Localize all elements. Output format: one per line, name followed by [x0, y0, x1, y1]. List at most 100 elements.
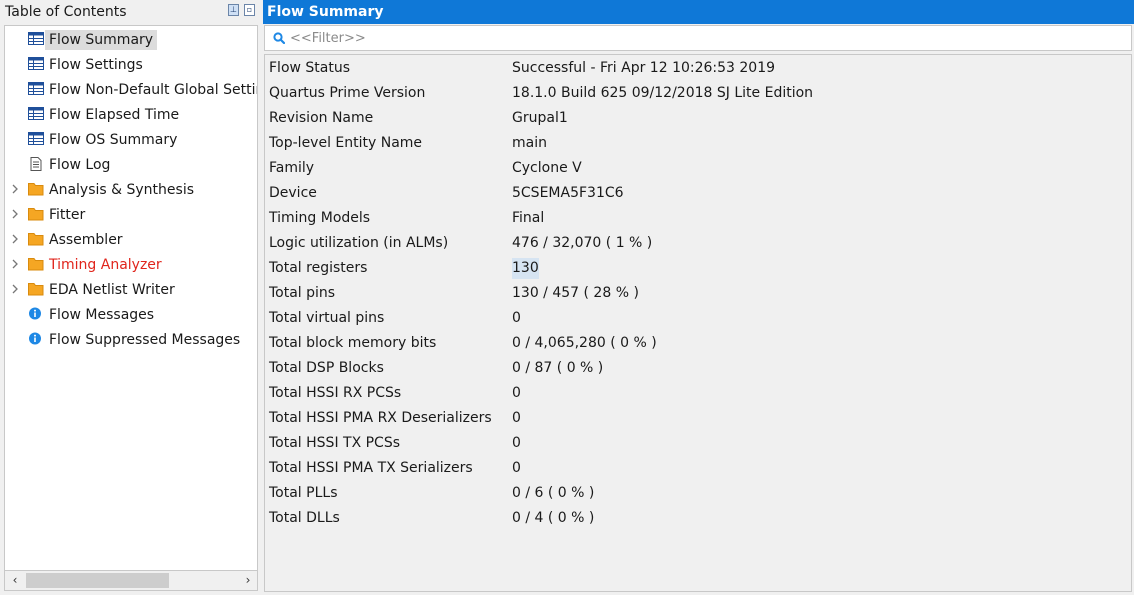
row-value[interactable]: 130 / 457 ( 28 % ) — [512, 283, 639, 304]
row-value[interactable]: 18.1.0 Build 625 09/12/2018 SJ Lite Edit… — [512, 83, 813, 104]
row-key: Total DLLs — [269, 510, 340, 526]
scroll-right-icon[interactable]: › — [241, 573, 255, 587]
row-key: Total pins — [269, 285, 336, 301]
toc-horizontal-scrollbar[interactable]: ‹ › — [4, 571, 258, 591]
table-row[interactable]: Total DSP Blocks 0 / 87 ( 0 % ) — [265, 356, 1131, 381]
row-value[interactable]: Final — [512, 208, 544, 229]
row-value[interactable]: 0 — [512, 308, 521, 329]
row-key: Total DSP Blocks — [269, 360, 384, 376]
toc-item-label: Flow OS Summary — [49, 132, 178, 148]
row-key: Family — [269, 160, 315, 176]
pin-icon[interactable]: ⊥ — [228, 4, 239, 16]
chevron-right-icon[interactable] — [10, 207, 20, 221]
row-key: Device — [269, 185, 317, 201]
table-row[interactable]: Total virtual pins 0 — [265, 306, 1131, 331]
chevron-right-icon[interactable] — [10, 282, 20, 296]
table-row[interactable]: Family Cyclone V — [265, 156, 1131, 181]
filter-input[interactable] — [290, 29, 1110, 47]
toc-item-label: Flow Non-Default Global Settin — [49, 82, 258, 98]
toc-item-fitter[interactable]: Fitter — [5, 202, 257, 227]
folder-icon — [28, 207, 44, 221]
row-value[interactable]: 0 / 87 ( 0 % ) — [512, 358, 603, 379]
row-value[interactable]: 0 — [512, 458, 521, 479]
toc-item-label: Flow Suppressed Messages — [49, 332, 241, 348]
table-row[interactable]: Top-level Entity Name main — [265, 131, 1131, 156]
toc-item-label: Flow Messages — [49, 307, 155, 323]
row-key: Total HSSI RX PCSs — [269, 385, 402, 401]
toc-item-flow-log[interactable]: Flow Log — [5, 152, 257, 177]
toc-item-label: Fitter — [49, 207, 86, 223]
folder-icon — [28, 182, 44, 196]
table-row[interactable]: Total pins 130 / 457 ( 28 % ) — [265, 281, 1131, 306]
row-value[interactable]: 0 — [512, 433, 521, 454]
table-row[interactable]: Total PLLs 0 / 6 ( 0 % ) — [265, 481, 1131, 506]
scrollbar-thumb[interactable] — [26, 573, 169, 588]
row-value[interactable]: 0 — [512, 408, 521, 429]
row-value[interactable]: 5CSEMA5F31C6 — [512, 183, 624, 204]
toc-item-analysis-synthesis[interactable]: Analysis & Synthesis — [5, 177, 257, 202]
table-row[interactable]: Quartus Prime Version 18.1.0 Build 625 09… — [265, 81, 1131, 106]
panel-title: Flow Summary — [263, 0, 1134, 24]
search-icon — [273, 32, 285, 44]
table-icon — [28, 82, 44, 96]
float-window-icon[interactable]: ▫ — [244, 4, 255, 16]
toc-item-flow-elapsed-time[interactable]: Flow Elapsed Time — [5, 102, 257, 127]
toc-item-flow-settings[interactable]: Flow Settings — [5, 52, 257, 77]
table-row[interactable]: Logic utilization (in ALMs) 476 / 32,070 … — [265, 231, 1131, 256]
row-key: Timing Models — [269, 210, 371, 226]
row-value[interactable]: 0 / 6 ( 0 % ) — [512, 483, 594, 504]
row-value[interactable]: 0 / 4 ( 0 % ) — [512, 508, 594, 529]
toc-item-eda-netlist-writer[interactable]: EDA Netlist Writer — [5, 277, 257, 302]
folder-icon — [28, 257, 44, 271]
table-icon — [28, 132, 44, 146]
row-value[interactable]: Successful - Fri Apr 12 10:26:53 2019 — [512, 58, 775, 79]
row-key: Total block memory bits — [269, 335, 437, 351]
table-row[interactable]: Total HSSI PMA RX Deserializers 0 — [265, 406, 1131, 431]
toc-header: Table of Contents ⊥ ▫ — [0, 0, 259, 24]
row-value[interactable]: 130 — [512, 258, 539, 279]
toc-item-flow-suppressed-messages[interactable]: Flow Suppressed Messages — [5, 327, 257, 352]
toc-item-flow-os-summary[interactable]: Flow OS Summary — [5, 127, 257, 152]
row-value[interactable]: Grupal1 — [512, 108, 568, 129]
table-row[interactable]: Total HSSI PMA TX Serializers 0 — [265, 456, 1131, 481]
row-value[interactable]: 0 — [512, 383, 521, 404]
scroll-left-icon[interactable]: ‹ — [8, 573, 22, 587]
toc-panel: Table of Contents ⊥ ▫ Flow Summary Flow S… — [0, 0, 259, 595]
info-icon — [28, 307, 44, 321]
filter-box[interactable] — [264, 25, 1132, 51]
table-row[interactable]: Flow Status Successful - Fri Apr 12 10:26… — [265, 56, 1131, 81]
chevron-right-icon[interactable] — [10, 182, 20, 196]
table-row[interactable]: Total block memory bits 0 / 4,065,280 ( 0… — [265, 331, 1131, 356]
row-key: Total HSSI PMA RX Deserializers — [269, 410, 492, 426]
row-value[interactable]: main — [512, 133, 547, 154]
table-row[interactable]: Timing Models Final — [265, 206, 1131, 231]
row-key: Total registers — [269, 260, 368, 276]
table-row[interactable]: Device 5CSEMA5F31C6 — [265, 181, 1131, 206]
toc-item-label: Flow Settings — [49, 57, 143, 73]
toc-item-flow-summary[interactable]: Flow Summary — [5, 27, 257, 52]
table-row[interactable]: Total HSSI RX PCSs 0 — [265, 381, 1131, 406]
info-icon — [28, 332, 44, 346]
toc-item-assembler[interactable]: Assembler — [5, 227, 257, 252]
chevron-right-icon[interactable] — [10, 257, 20, 271]
toc-tree: Flow Summary Flow Settings Flow Non-Defaul… — [4, 25, 258, 571]
row-key: Flow Status — [269, 60, 351, 76]
table-row[interactable]: Total DLLs 0 / 4 ( 0 % ) — [265, 506, 1131, 531]
toc-item-label: Assembler — [49, 232, 123, 248]
table-row[interactable]: Total registers 130 — [265, 256, 1131, 281]
table-row[interactable]: Total HSSI TX PCSs 0 — [265, 431, 1131, 456]
chevron-right-icon[interactable] — [10, 232, 20, 246]
row-key: Top-level Entity Name — [269, 135, 423, 151]
row-value[interactable]: 0 / 4,065,280 ( 0 % ) — [512, 333, 657, 354]
table-icon — [28, 107, 44, 121]
toc-item-label: Analysis & Synthesis — [49, 182, 194, 198]
row-value[interactable]: 476 / 32,070 ( 1 % ) — [512, 233, 652, 254]
toc-item-timing-analyzer[interactable]: Timing Analyzer — [5, 252, 257, 277]
toc-item-flow-messages[interactable]: Flow Messages — [5, 302, 257, 327]
toc-item-flow-non-default-global-settin[interactable]: Flow Non-Default Global Settin — [5, 77, 258, 102]
table-row[interactable]: Revision Name Grupal1 — [265, 106, 1131, 131]
row-value[interactable]: Cyclone V — [512, 158, 582, 179]
row-key: Total virtual pins — [269, 310, 385, 326]
row-key: Total HSSI PMA TX Serializers — [269, 460, 473, 476]
toc-item-label: Flow Log — [49, 157, 111, 173]
